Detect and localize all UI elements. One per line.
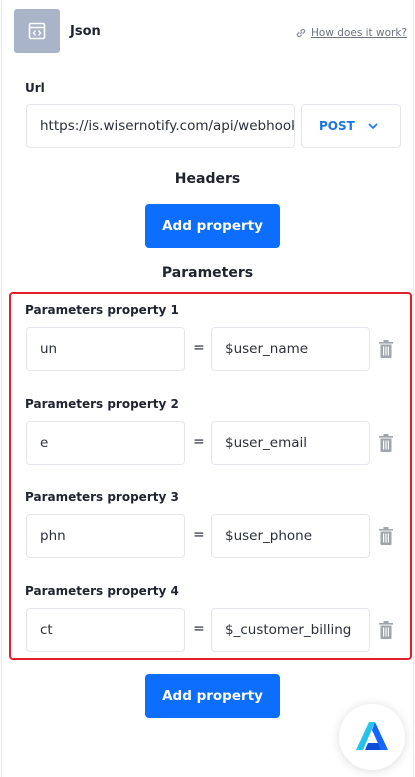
parameter-value-input[interactable]: $_customer_billing [211, 608, 370, 652]
json-panel: Json How does it work? Url https://is.wi… [1, 0, 414, 777]
parameter-label: Parameters property 1 [25, 303, 179, 317]
parameter-label: Parameters property 3 [25, 490, 179, 504]
parameters-title: Parameters [161, 265, 254, 281]
equals-sign: = [193, 527, 205, 543]
page-title: Json [70, 24, 101, 39]
trash-icon[interactable] [377, 620, 395, 640]
chat-launcher-button[interactable] [339, 704, 405, 770]
headers-title: Headers [174, 171, 241, 187]
parameter-key-input[interactable]: e [26, 421, 185, 465]
parameters-add-property-button[interactable]: Add property [145, 674, 280, 718]
equals-sign: = [193, 621, 205, 637]
method-select-value: POST [319, 119, 355, 133]
trash-icon[interactable] [377, 526, 395, 546]
parameter-label: Parameters property 2 [25, 397, 179, 411]
help-link[interactable]: How does it work? [295, 27, 407, 39]
link-icon [296, 28, 306, 38]
trash-icon[interactable] [377, 339, 395, 359]
code-window-icon [28, 22, 46, 40]
chevron-down-icon [368, 122, 378, 129]
equals-sign: = [193, 434, 205, 450]
method-select[interactable]: POST [301, 104, 401, 148]
parameter-label: Parameters property 4 [25, 584, 179, 598]
json-app-icon [14, 9, 60, 53]
url-label: Url [25, 81, 45, 95]
parameter-key-input[interactable]: ct [26, 608, 185, 652]
parameter-key-input[interactable]: un [26, 327, 185, 371]
parameter-value-input[interactable]: $user_email [211, 421, 370, 465]
parameter-value-input[interactable]: $user_phone [211, 514, 370, 558]
trash-icon[interactable] [377, 433, 395, 453]
headers-add-property-button[interactable]: Add property [145, 204, 280, 248]
url-input[interactable]: https://is.wisernotify.com/api/webhook [26, 104, 295, 148]
parameter-value-input[interactable]: $user_name [211, 327, 370, 371]
equals-sign: = [193, 340, 205, 356]
help-link-text[interactable]: How does it work? [311, 27, 407, 39]
brand-logo-icon [356, 722, 388, 750]
parameter-key-input[interactable]: phn [26, 514, 185, 558]
